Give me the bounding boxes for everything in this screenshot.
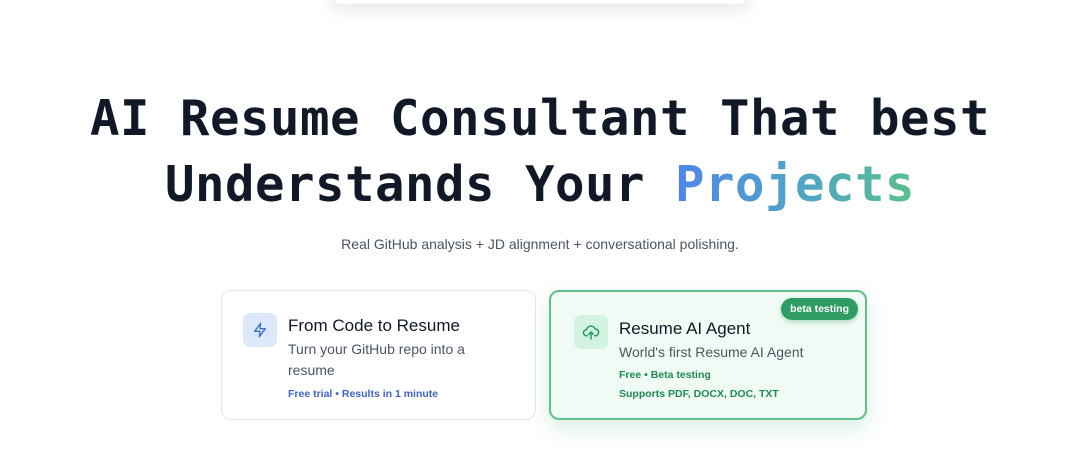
resume-ai-agent-description: World's first Resume AI Agent: [619, 344, 804, 360]
hero-title: AI Resume Consultant That best Understan…: [0, 86, 1080, 218]
header-bar-edge: [330, 0, 750, 4]
code-to-resume-title: From Code to Resume: [288, 316, 460, 335]
code-to-resume-meta: Free trial • Results in 1 minute: [288, 388, 439, 400]
code-to-resume-description: Turn your GitHub repo into a resume: [288, 341, 465, 378]
upload-cloud-icon: [574, 315, 608, 349]
resume-ai-agent-card[interactable]: beta testing Resume AI Agent World's fir…: [549, 290, 867, 420]
resume-ai-agent-title: Resume AI Agent: [619, 319, 751, 338]
beta-testing-badge: beta testing: [781, 298, 858, 320]
hero-subtitle: Real GitHub analysis + JD alignment + co…: [341, 236, 739, 252]
resume-ai-agent-pricing: Free • Beta testing: [619, 369, 711, 381]
lightning-icon: [243, 313, 277, 347]
hero-title-line2: Understands Your: [164, 156, 675, 213]
resume-ai-agent-formats: Supports PDF, DOCX, DOC, TXT: [619, 388, 779, 400]
code-to-resume-card[interactable]: From Code to Resume Turn your GitHub rep…: [221, 290, 536, 420]
hero-title-line1: AI Resume Consultant That best: [89, 90, 990, 147]
hero-title-highlight: Projects: [675, 156, 916, 213]
landing-page: AI Resume Consultant That best Understan…: [0, 0, 1080, 453]
